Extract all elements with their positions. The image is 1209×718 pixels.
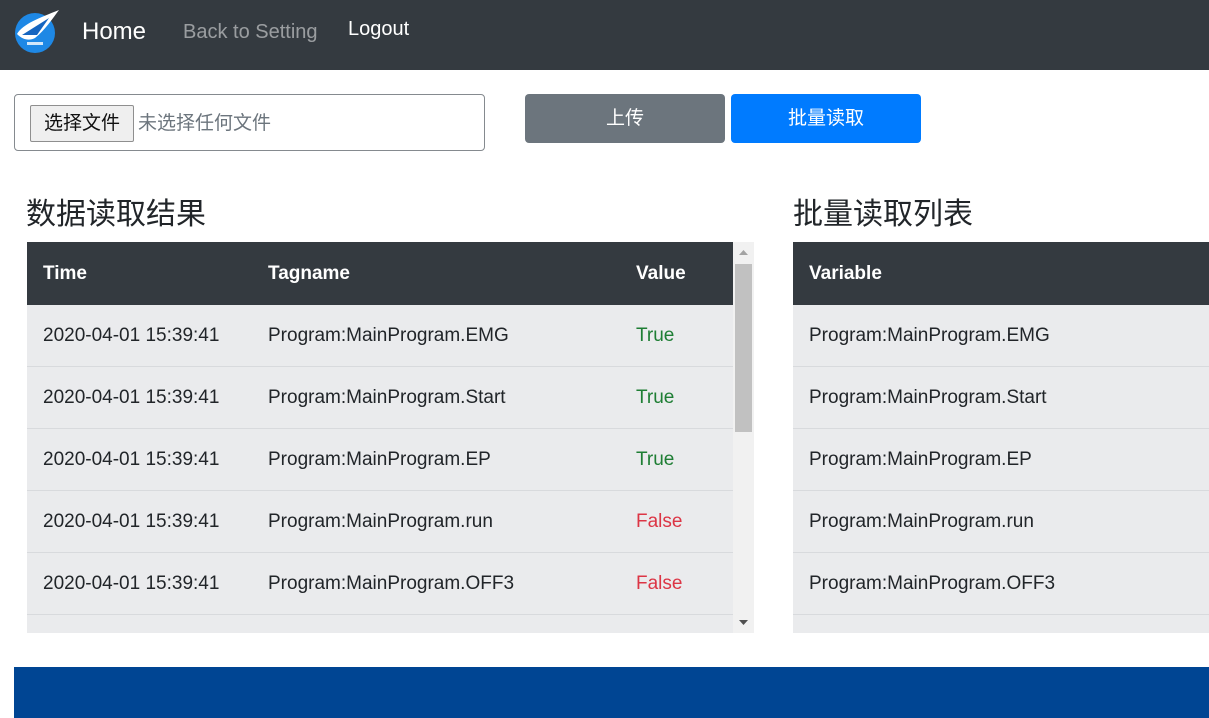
cell-variable: Program:MainProgram.Start	[809, 387, 1047, 408]
cell-value: False	[636, 573, 683, 594]
cell-time: 2020-04-01 15:39:41	[43, 573, 220, 594]
upload-button[interactable]: 上传	[525, 94, 725, 143]
table-row: 2020-04-01 15:39:41 Program:MainProgram.…	[27, 429, 733, 491]
cell-variable: Program:MainProgram.EMG	[809, 325, 1050, 346]
results-table-header: Time Tagname Value	[27, 242, 733, 305]
table-row: 2020-04-01 15:39:41 Program:MainProgram.…	[27, 491, 733, 553]
cell-time: 2020-04-01 15:39:41	[43, 387, 220, 408]
table-row: Program:MainProgram.Start	[793, 367, 1209, 429]
cell-variable: Program:MainProgram.run	[809, 511, 1034, 532]
column-header-time: Time	[43, 263, 88, 284]
cell-tagname: Program:MainProgram.EP	[268, 449, 491, 470]
results-table-body: 2020-04-01 15:39:41 Program:MainProgram.…	[27, 305, 733, 615]
cell-tagname: Program:MainProgram.EMG	[268, 325, 509, 346]
batch-list-title: 批量读取列表	[793, 197, 973, 232]
nav-back-to-setting-link[interactable]: Back to Setting	[183, 0, 318, 66]
batch-read-button[interactable]: 批量读取	[731, 94, 921, 143]
table-row: 2020-04-01 15:39:41 Program:MainProgram.…	[27, 305, 733, 367]
table-row: Program:MainProgram.EP	[793, 429, 1209, 491]
results-title: 数据读取结果	[26, 197, 206, 232]
table-row: Program:MainProgram.run	[793, 491, 1209, 553]
results-scrollbar[interactable]	[733, 242, 754, 633]
table-row: Program:MainProgram.OFF3	[793, 553, 1209, 615]
batch-list-table-header: Variable	[793, 242, 1209, 305]
column-header-tagname: Tagname	[268, 263, 351, 284]
file-input[interactable]: 选择文件 未选择任何文件	[14, 94, 485, 151]
choose-file-button[interactable]: 选择文件	[30, 105, 134, 142]
results-table: Time Tagname Value 2020-04-01 15:39:41 P…	[27, 242, 754, 633]
scroll-up-arrow-icon[interactable]	[733, 242, 754, 263]
navbar: Home Back to Setting Logout	[0, 0, 1209, 70]
cell-value: True	[636, 387, 675, 408]
table-row: Program:MainProgram.EMG	[793, 305, 1209, 367]
scroll-down-arrow-icon[interactable]	[733, 612, 754, 633]
cell-variable: Program:MainProgram.EP	[809, 449, 1032, 470]
cell-value: True	[636, 449, 675, 470]
cell-variable: Program:MainProgram.OFF3	[809, 573, 1056, 594]
cell-time: 2020-04-01 15:39:41	[43, 511, 220, 532]
batch-list-table-body: Program:MainProgram.EMG Program:MainProg…	[793, 305, 1209, 615]
scrollbar-thumb[interactable]	[735, 264, 752, 432]
column-header-variable: Variable	[809, 263, 882, 284]
table-row: 2020-04-01 15:39:41 Program:MainProgram.…	[27, 367, 733, 429]
table-row: 2020-04-01 15:39:41 Program:MainProgram.…	[27, 553, 733, 615]
cell-tagname: Program:MainProgram.OFF3	[268, 573, 515, 594]
batch-list-table: Variable Program:MainProgram.EMG Program…	[793, 242, 1209, 633]
cell-tagname: Program:MainProgram.run	[268, 511, 493, 532]
cell-value: False	[636, 511, 683, 532]
nav-logout-link[interactable]: Logout	[348, 0, 409, 63]
airplane-logo-icon[interactable]	[13, 8, 61, 54]
file-status-text: 未选择任何文件	[138, 112, 272, 134]
nav-home-link[interactable]: Home	[82, 0, 146, 66]
cell-time: 2020-04-01 15:39:41	[43, 449, 220, 470]
footer-band	[14, 667, 1209, 718]
cell-tagname: Program:MainProgram.Start	[268, 387, 506, 408]
cell-value: True	[636, 325, 675, 346]
cell-time: 2020-04-01 15:39:41	[43, 325, 220, 346]
column-header-value: Value	[636, 263, 686, 284]
